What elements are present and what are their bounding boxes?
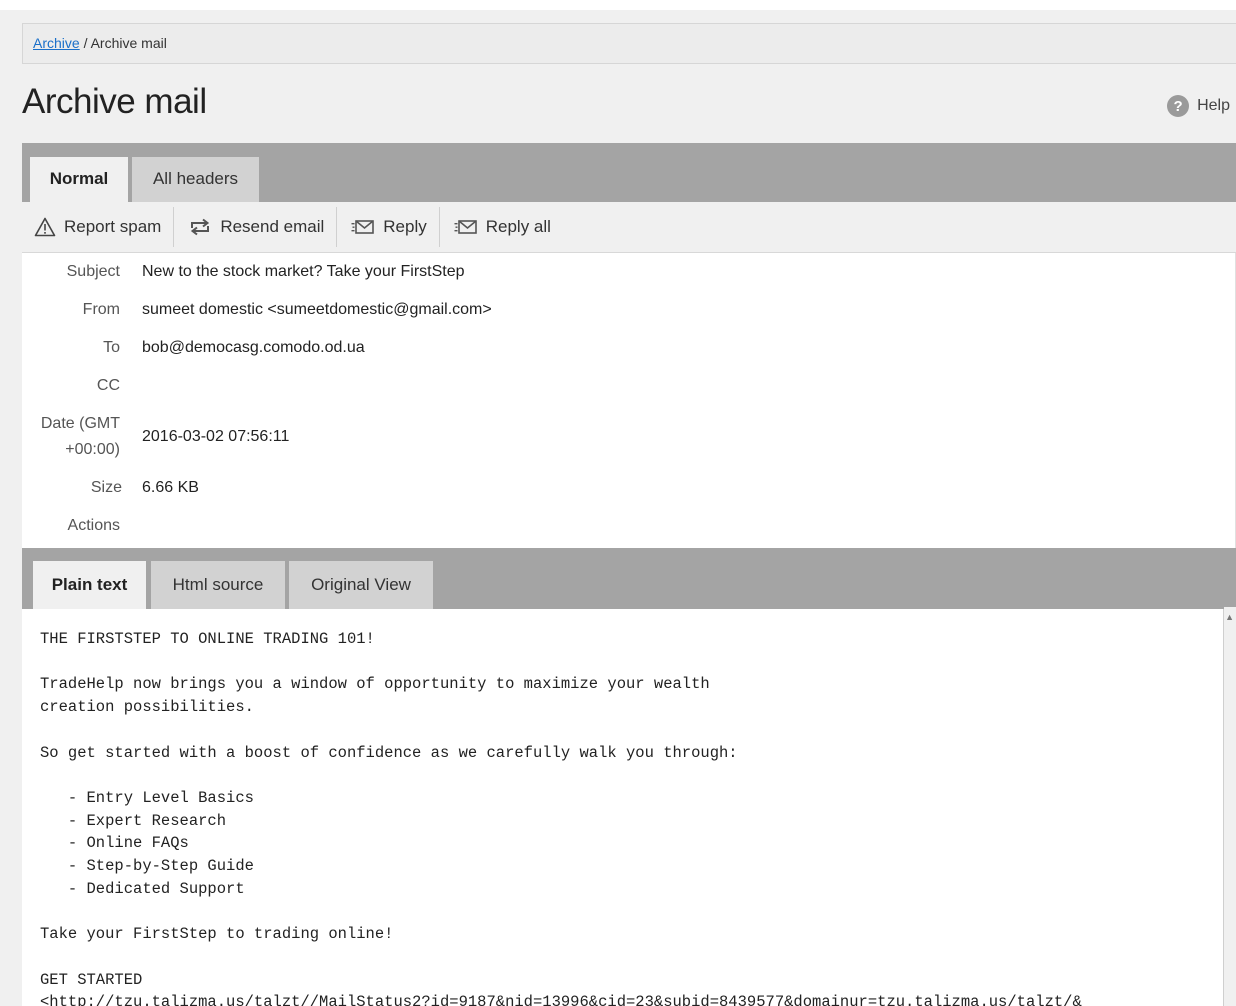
help-icon: ? xyxy=(1167,95,1190,117)
message-body-text: THE FIRSTSTEP TO ONLINE TRADING 101! Tra… xyxy=(40,630,1082,1006)
reply-button[interactable]: Reply xyxy=(345,210,438,244)
tab-normal[interactable]: Normal xyxy=(30,157,128,202)
message-body-panel: THE FIRSTSTEP TO ONLINE TRADING 101! Tra… xyxy=(22,609,1224,1006)
subject-value: New to the stock market? Take your First… xyxy=(142,263,465,280)
tab-all-headers[interactable]: All headers xyxy=(132,157,259,202)
mail-toolbar: Report spam Resend email Reply Reply all xyxy=(22,202,1236,253)
resend-icon xyxy=(191,218,210,236)
message-scrollbar[interactable] xyxy=(1224,607,1236,1003)
tab-plain-text[interactable]: Plain text xyxy=(33,561,146,609)
reply-all-label: Reply all xyxy=(485,217,551,236)
to-value: bob@democasg.comodo.od.ua xyxy=(142,339,365,356)
archive-mail-page: Archive / Archive mail Archive mail ? He… xyxy=(22,23,1236,1006)
resend-email-button[interactable]: Resend email xyxy=(182,210,336,244)
reply-all-button[interactable]: Reply all xyxy=(448,210,563,244)
mail-details: Subject New to the stock market? Take yo… xyxy=(22,253,1236,548)
breadcrumb-archive-link[interactable]: Archive xyxy=(33,35,80,51)
header-tabbar: Normal All headers xyxy=(22,143,1236,202)
toolbar-divider xyxy=(336,207,338,247)
from-label: From xyxy=(82,301,120,318)
tab-original-view[interactable]: Original View xyxy=(289,561,433,609)
breadcrumb-current: Archive mail xyxy=(90,35,167,51)
size-value: 6.66 KB xyxy=(142,479,199,496)
reply-all-envelope-icon xyxy=(454,220,477,234)
page-title: Archive mail xyxy=(22,82,207,121)
reply-envelope-icon xyxy=(351,220,375,234)
date-label-line2: +00:00) xyxy=(65,441,120,458)
tab-html-source[interactable]: Html source xyxy=(151,561,285,609)
warning-icon xyxy=(34,217,56,237)
actions-label: Actions xyxy=(67,517,120,534)
report-spam-button[interactable]: Report spam xyxy=(28,210,173,244)
date-label: Date (GMT +00:00) xyxy=(41,411,120,463)
toolbar-divider xyxy=(438,207,440,247)
breadcrumb: Archive / Archive mail xyxy=(22,23,1236,64)
breadcrumb-separator: / xyxy=(83,35,88,51)
cc-label: CC xyxy=(96,377,120,394)
top-strip xyxy=(0,0,1236,10)
size-label: Size xyxy=(90,479,122,496)
resend-email-label: Resend email xyxy=(220,217,325,236)
subject-label: Subject xyxy=(66,263,120,280)
report-spam-label: Report spam xyxy=(64,217,162,236)
scroll-up-arrow-icon[interactable]: ▲ xyxy=(1225,612,1234,622)
toolbar-divider xyxy=(173,207,175,247)
from-value: sumeet domestic <sumeetdomestic@gmail.co… xyxy=(142,301,492,318)
date-label-line1: Date (GMT xyxy=(40,415,120,432)
body-tabbar: Plain text Html source Original View xyxy=(22,548,1236,609)
help-button[interactable]: ? Help xyxy=(1167,95,1230,117)
date-value: 2016-03-02 07:56:11 xyxy=(142,428,290,445)
help-label: Help xyxy=(1197,97,1230,114)
title-row: Archive mail ? Help xyxy=(22,64,1236,143)
to-label: To xyxy=(103,339,120,356)
reply-label: Reply xyxy=(383,217,427,236)
